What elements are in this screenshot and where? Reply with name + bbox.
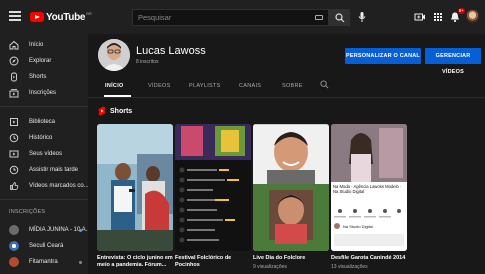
tab-channels[interactable]: CANAIS — [239, 83, 261, 89]
shorts-icon — [11, 72, 17, 82]
channel-name: Lucas Lawoss — [136, 45, 206, 57]
short-thumbnail-4[interactable]: Na Moda - Agência Lawoss Modelo · Na Stu… — [331, 124, 407, 251]
home-icon — [9, 40, 19, 50]
short-thumbnail-1[interactable] — [97, 124, 173, 251]
hamburger-menu-icon[interactable] — [9, 11, 21, 21]
sidebar-item-label: Vídeos marcados co... — [29, 183, 89, 189]
sidebar-item-history[interactable]: Histórico — [0, 130, 88, 146]
sidebar-subscription-seculi-ceara[interactable]: Seculi Ceará — [0, 238, 88, 254]
short-overlay-channel: Na Studio Digital — [343, 224, 373, 229]
sidebar-item-label: Início — [29, 42, 44, 48]
sidebar-item-label: Shorts — [29, 74, 47, 80]
short-thumbnail-2[interactable] — [175, 124, 251, 251]
sidebar-item-label: Seus vídeos — [29, 151, 63, 157]
short-views-4: 13 visualizações — [331, 264, 368, 270]
short-views-3: 9 visualizações — [253, 264, 287, 270]
channel-tabs: INÍCIO VÍDEOS PLAYLISTS CANAIS SOBRE — [88, 76, 485, 97]
channel-avatar — [9, 241, 19, 251]
new-content-dot — [79, 260, 82, 264]
short-title-line: Desfile Garota Canindé 2014 — [331, 255, 406, 261]
short-title-line: Entrevista: O ciclo junino em — [97, 255, 173, 261]
subscriptions-section-title: INSCRIÇÕES — [9, 209, 46, 215]
history-icon — [9, 133, 19, 143]
short-thumbnail-3[interactable] — [253, 124, 329, 251]
sidebar-divider — [0, 106, 88, 107]
notifications-badge: 9+ — [458, 8, 465, 14]
sidebar-subscription-fitamantra[interactable]: Fitamantra — [0, 254, 88, 270]
account-avatar[interactable] — [466, 10, 479, 23]
sidebar-item-label: Fitamantra — [29, 259, 58, 265]
logo-text: YouTube — [46, 11, 86, 23]
shorts-logo-icon — [98, 106, 106, 116]
short-overlay-caption: Na Moda - Agência Lawoss Modelo · Na Stu… — [333, 184, 402, 194]
compass-icon — [9, 56, 19, 66]
library-icon — [10, 118, 18, 126]
short-image-festival — [175, 124, 251, 251]
search-icon — [335, 13, 345, 23]
channel-search-icon[interactable] — [320, 80, 329, 89]
short-title-2[interactable]: Festival Folclórico de Pocinhos — [175, 255, 253, 269]
sidebar-item-library[interactable]: Biblioteca — [0, 114, 88, 130]
sidebar-item-your-videos[interactable]: Seus vídeos — [0, 146, 88, 162]
sidebar-item-label: Biblioteca — [29, 119, 56, 125]
create-video-icon[interactable] — [414, 11, 426, 23]
shorts-section-header: Shorts — [98, 106, 132, 116]
short-title-line: Festival Folclórico de — [175, 255, 232, 261]
subscriptions-icon — [9, 89, 19, 98]
short-image-live — [253, 124, 329, 251]
short-title-4[interactable]: Desfile Garota Canindé 2014 — [331, 255, 409, 262]
tab-videos[interactable]: VÍDEOS — [148, 83, 171, 89]
clock-icon — [9, 165, 19, 175]
tab-playlists[interactable]: PLAYLISTS — [189, 83, 221, 89]
customize-channel-button[interactable]: PERSONALIZAR O CANAL — [345, 48, 421, 64]
sidebar-item-label: Inscrições — [29, 90, 57, 96]
main-content: Lucas Lawoss 8 inscritos PERSONALIZAR O … — [88, 34, 485, 274]
channel-avatar[interactable] — [98, 39, 130, 71]
short-title-3[interactable]: Live Dia do Folclore — [253, 255, 331, 262]
avatar-photo — [98, 39, 130, 71]
short-title-line: meio a pandemia. Fórum... — [97, 262, 167, 268]
search-placeholder: Pesquisar — [138, 13, 172, 22]
sidebar-item-label: Explorar — [29, 58, 52, 64]
manage-videos-button[interactable]: GERENCIAR VÍDEOS — [425, 48, 481, 75]
sidebar-item-shorts[interactable]: Shorts — [0, 69, 88, 85]
channel-avatar — [9, 257, 19, 267]
channel-avatar — [9, 225, 19, 235]
channel-header: Lucas Lawoss 8 inscritos PERSONALIZAR O … — [88, 34, 485, 102]
search-button[interactable] — [328, 9, 350, 26]
tab-home[interactable]: INÍCIO — [105, 83, 124, 89]
search-input[interactable]: Pesquisar — [132, 9, 329, 26]
microphone-icon[interactable] — [357, 11, 367, 23]
sidebar: Início Explorar Shorts Inscrições Biblio… — [0, 34, 91, 274]
short-title-line: Pocinhos — [175, 262, 200, 268]
subscriber-count: 8 inscritos — [136, 59, 159, 65]
sidebar-divider — [0, 199, 88, 200]
header-divider — [88, 97, 485, 98]
tab-about[interactable]: SOBRE — [282, 83, 303, 89]
sidebar-subscription-midia-junina[interactable]: MÍDIA JUNINA - 10 A... — [0, 222, 91, 238]
logo-country: BR — [86, 10, 92, 16]
sidebar-item-explore[interactable]: Explorar — [0, 53, 88, 69]
shorts-section-title: Shorts — [110, 107, 133, 115]
sidebar-item-label: Histórico — [29, 135, 53, 141]
youtube-logo[interactable]: YouTube BR — [30, 10, 92, 24]
sidebar-item-subscriptions[interactable]: Inscrições — [0, 85, 88, 101]
sidebar-item-watch-later[interactable]: Assistir mais tarde — [0, 162, 88, 178]
thumbs-up-icon — [10, 182, 19, 190]
apps-grid-icon[interactable] — [432, 11, 444, 23]
sidebar-item-label: Seculi Ceará — [29, 243, 64, 249]
short-title-1[interactable]: Entrevista: O ciclo junino em meio a pan… — [97, 255, 175, 269]
sidebar-item-liked-videos[interactable]: Vídeos marcados co... — [0, 178, 89, 194]
sidebar-item-label: Assistir mais tarde — [29, 167, 79, 173]
new-content-dot — [79, 228, 82, 232]
your-videos-icon — [9, 150, 19, 158]
sidebar-item-home[interactable]: Início — [0, 37, 88, 53]
top-bar: YouTube BR Pesquisar 9+ — [0, 0, 485, 34]
short-title-line: Live Dia do Folclore — [253, 255, 306, 261]
short-image-interview — [97, 124, 173, 251]
keyboard-icon[interactable] — [315, 15, 323, 20]
youtube-play-icon — [30, 12, 44, 22]
